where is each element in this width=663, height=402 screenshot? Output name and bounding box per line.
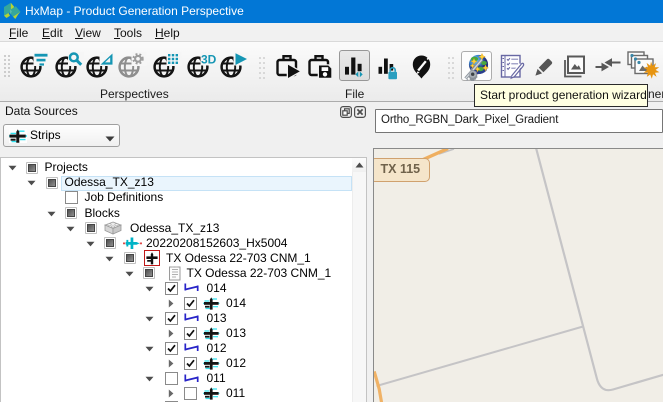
svg-text:3D: 3D	[201, 53, 216, 67]
